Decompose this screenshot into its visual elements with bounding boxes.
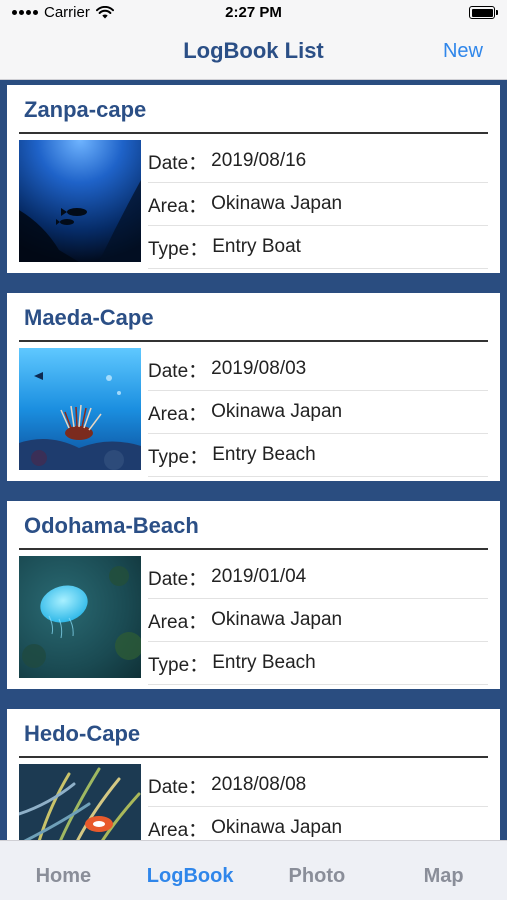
area-value: Okinawa Japan [211, 609, 343, 630]
date-value: 2019/01/04 [211, 566, 307, 587]
type-row: Type： Entry Boat [148, 226, 488, 269]
date-value: 2018/08/08 [211, 774, 307, 795]
type-value: Entry Beach [212, 444, 316, 465]
log-details: Date： 2019/08/03 Area： Okinawa Japan Type：… [148, 348, 488, 477]
area-value: Okinawa Japan [211, 401, 343, 422]
date-value: 2019/08/16 [211, 150, 307, 171]
dive-photo [19, 140, 141, 262]
top-bar: Carrier 2:27 PM LogBook List New [0, 0, 507, 80]
date-label: Date： [148, 152, 208, 174]
date-row: Date： 2019/08/03 [148, 348, 488, 391]
type-label: Type： [148, 238, 209, 260]
logbook-list[interactable]: Zanpa-cape Date： 2019/08/16 Area： Okinaw… [0, 80, 507, 840]
status-bar: Carrier 2:27 PM [0, 0, 507, 28]
battery-icon [469, 6, 498, 19]
area-value: Okinawa Japan [211, 193, 343, 214]
date-row: Date： 2019/08/16 [148, 140, 488, 183]
area-row: Area： Okinawa Japan [148, 183, 488, 226]
log-title: Maeda-Cape [24, 305, 154, 330]
log-card[interactable]: Zanpa-cape Date： 2019/08/16 Area： Okinaw… [7, 85, 500, 273]
log-title: Zanpa-cape [24, 97, 147, 122]
area-label: Area： [148, 195, 208, 217]
area-row: Area： Okinawa Japan [148, 807, 488, 840]
area-label: Area： [148, 611, 208, 633]
title-divider [19, 756, 488, 758]
type-value: Entry Boat [212, 236, 301, 257]
tab-logbook[interactable]: LogBook [127, 841, 254, 900]
area-label: Area： [148, 403, 208, 425]
type-row: Type： Entry Beach [148, 434, 488, 477]
log-title: Odohama-Beach [24, 513, 199, 538]
type-label: Type： [148, 446, 209, 468]
status-time: 2:27 PM [225, 4, 282, 21]
log-details: Date：2018/08/08 Area：Okinawa Japan Type：… [148, 764, 488, 840]
area-row: Area： Okinawa Japan [148, 599, 488, 642]
tab-photo[interactable]: Photo [254, 841, 381, 900]
page-title: LogBook List [183, 38, 324, 63]
log-details: Date： 2019/01/04 Area： Okinawa Japan Type：… [148, 556, 488, 685]
dive-photo [19, 556, 141, 678]
new-button[interactable]: New [443, 40, 483, 63]
tab-home[interactable]: Home [0, 841, 127, 900]
log-card[interactable]: Maeda-Cape Date： 2019/08/03 Area： Okinaw… [7, 293, 500, 481]
type-row: Type： Entry Beach [148, 642, 488, 685]
dive-photo [19, 348, 141, 470]
date-value: 2019/08/03 [211, 358, 307, 379]
title-divider [19, 132, 488, 134]
type-label: Type： [148, 654, 209, 676]
dive-photo [19, 764, 141, 840]
area-value: Okinawa Japan [211, 817, 343, 838]
log-card[interactable]: Hedo-Cape Date： 2018/08/08 Area： Okinawa J… [7, 709, 500, 840]
tab-map[interactable]: Map [380, 841, 507, 900]
date-label: Date： [148, 360, 208, 382]
area-row: Area： Okinawa Japan [148, 391, 488, 434]
date-row: Date： 2019/01/04 [148, 556, 488, 599]
title-divider [19, 548, 488, 550]
date-label: Date： [148, 776, 208, 798]
log-card[interactable]: Odohama-Beach Date： 2019/01/04 Area： Oki… [7, 501, 500, 689]
type-value: Entry Beach [212, 652, 316, 673]
log-details: Date： 2019/08/16 Area： Okinawa Japan Type：… [148, 140, 488, 269]
title-divider [19, 340, 488, 342]
date-label: Date： [148, 568, 208, 590]
area-label: Area： [148, 819, 208, 841]
tab-bar: Home LogBook Photo Map [0, 840, 507, 900]
date-row: Date： 2018/08/08 [148, 764, 488, 807]
log-title: Hedo-Cape [24, 721, 141, 746]
